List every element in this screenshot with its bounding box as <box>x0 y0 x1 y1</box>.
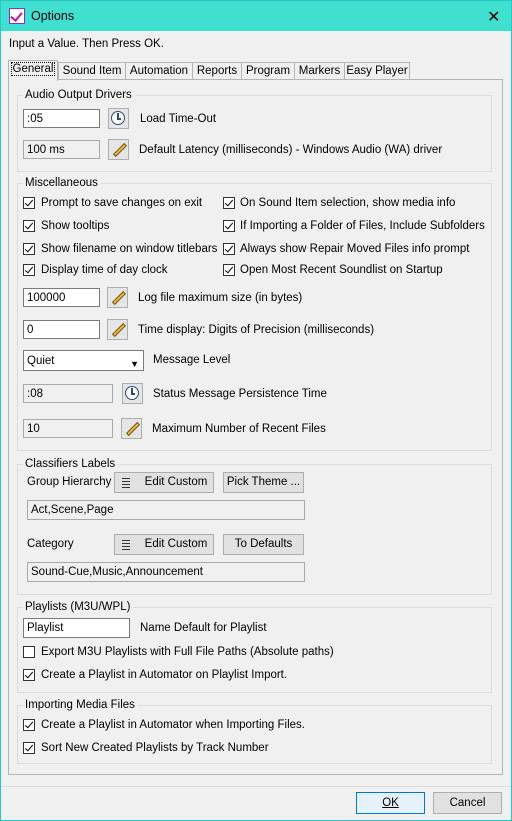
show-media-info-label: On Sound Item selection, show media info <box>240 197 456 209</box>
pencil-icon <box>111 290 127 306</box>
tab-markers[interactable]: Markers <box>294 62 345 80</box>
importing-group-title: Importing Media Files <box>23 699 138 711</box>
importing-group <box>17 705 492 764</box>
instruction-text: Input a Value. Then Press OK. <box>9 38 164 50</box>
pencil-icon <box>125 421 141 437</box>
log-size-label: Log file maximum size (in bytes) <box>138 292 303 304</box>
audio-group-title: Audio Output Drivers <box>23 89 135 101</box>
stopwatch-icon <box>125 386 139 400</box>
pick-theme-button[interactable]: Pick Theme ... <box>223 472 304 493</box>
cancel-button[interactable]: Cancel <box>433 792 502 814</box>
open-recent-soundlist-label: Open Most Recent Soundlist on Startup <box>240 264 443 276</box>
latency-edit-button[interactable] <box>108 139 129 160</box>
latency-field[interactable]: 100 ms <box>23 140 100 159</box>
playlists-group-title: Playlists (M3U/WPL) <box>23 601 134 613</box>
export-m3u-label: Export M3U Playlists with Full File Path… <box>41 646 334 658</box>
load-timeout-label: Load Time-Out <box>140 113 217 125</box>
show-tooltips-label: Show tooltips <box>41 220 110 232</box>
recent-files-edit-button[interactable] <box>121 418 142 439</box>
stopwatch-icon <box>111 111 125 125</box>
tab-automation[interactable]: Automation <box>125 62 193 80</box>
prompt-save-checkbox[interactable] <box>23 197 35 209</box>
recent-files-field[interactable]: 10 <box>23 419 113 438</box>
filename-titlebar-checkbox[interactable] <box>23 243 35 255</box>
load-timeout-field[interactable]: :05 <box>23 109 100 128</box>
footer-separator <box>1 786 511 787</box>
tab-general[interactable]: General <box>8 60 58 81</box>
open-recent-soundlist-checkbox[interactable] <box>223 264 235 276</box>
export-m3u-checkbox[interactable] <box>23 646 35 658</box>
create-playlist-import-label: Create a Playlist in Automator on Playli… <box>41 669 288 681</box>
tab-easy-player[interactable]: Easy Player <box>344 62 410 80</box>
filename-titlebar-label: Show filename on window titlebars <box>41 243 218 255</box>
misc-group-title: Miscellaneous <box>23 177 101 189</box>
persistence-field[interactable]: :08 <box>23 384 113 403</box>
message-level-label: Message Level <box>153 354 231 366</box>
prompt-save-label: Prompt to save changes on exit <box>41 197 203 209</box>
playlist-name-label: Name Default for Playlist <box>140 622 267 634</box>
time-of-day-clock-label: Display time of day clock <box>41 264 168 276</box>
persistence-timer-button[interactable] <box>122 383 143 404</box>
create-playlist-importing-label: Create a Playlist in Automator when Impo… <box>41 719 305 731</box>
persistence-label: Status Message Persistence Time <box>153 388 327 400</box>
message-level-value: Quiet <box>27 355 55 367</box>
show-media-info-checkbox[interactable] <box>223 197 235 209</box>
log-size-edit-button[interactable] <box>107 287 128 308</box>
playlist-name-field[interactable]: Playlist <box>23 618 130 638</box>
tab-sound-item[interactable]: Sound Item <box>58 62 126 80</box>
load-timeout-timer-button[interactable] <box>108 108 129 129</box>
classifiers-group-title: Classifiers Labels <box>23 458 119 470</box>
create-playlist-importing-checkbox[interactable] <box>23 719 35 731</box>
precision-label: Time display: Digits of Precision (milli… <box>138 324 375 336</box>
title-bar[interactable]: Options ✕ <box>1 1 511 31</box>
recent-files-label: Maximum Number of Recent Files <box>152 423 326 435</box>
hierarchy-field[interactable]: Act,Scene,Page <box>27 500 305 520</box>
show-tooltips-checkbox[interactable] <box>23 220 35 232</box>
options-window: Options ✕ Input a Value. Then Press OK. … <box>0 0 512 821</box>
log-size-field[interactable]: 100000 <box>23 288 100 307</box>
category-field[interactable]: Sound-Cue,Music,Announcement <box>27 562 305 582</box>
numbered-list-edit-icon <box>118 538 130 550</box>
include-subfolders-label: If Importing a Folder of Files, Include … <box>240 220 485 232</box>
ok-button[interactable]: OK <box>356 792 425 814</box>
precision-field[interactable]: 0 <box>23 320 100 339</box>
time-of-day-clock-checkbox[interactable] <box>23 264 35 276</box>
sort-track-number-checkbox[interactable] <box>23 742 35 754</box>
window-title: Options <box>31 9 75 23</box>
repair-moved-files-checkbox[interactable] <box>223 243 235 255</box>
close-icon[interactable]: ✕ <box>487 7 500 27</box>
create-playlist-import-checkbox[interactable] <box>23 669 35 681</box>
edit-custom-category-button[interactable]: Edit Custom <box>114 534 214 555</box>
message-level-select[interactable]: Quiet ▼ <box>23 350 144 371</box>
pencil-icon <box>112 142 128 158</box>
audio-output-group <box>17 95 492 172</box>
include-subfolders-checkbox[interactable] <box>223 220 235 232</box>
edit-custom-hierarchy-button[interactable]: Edit Custom <box>114 472 214 493</box>
repair-moved-files-label: Always show Repair Moved Files info prom… <box>240 243 470 255</box>
group-hierarchy-label: Group Hierarchy <box>27 476 112 488</box>
to-defaults-button[interactable]: To Defaults <box>223 534 304 555</box>
app-check-icon <box>9 8 25 24</box>
sort-track-number-label: Sort New Created Playlists by Track Numb… <box>41 742 269 754</box>
pencil-icon <box>111 322 127 338</box>
category-label: Category <box>27 538 74 550</box>
latency-label: Default Latency (milliseconds) - Windows… <box>139 144 443 156</box>
tab-reports[interactable]: Reports <box>192 62 242 80</box>
numbered-list-edit-icon <box>118 476 130 488</box>
chevron-down-icon: ▼ <box>130 359 139 369</box>
precision-edit-button[interactable] <box>107 319 128 340</box>
tab-program[interactable]: Program <box>241 62 295 80</box>
